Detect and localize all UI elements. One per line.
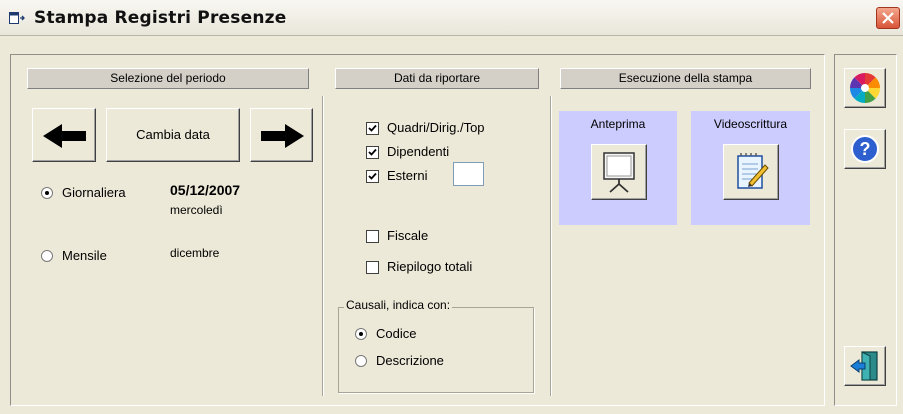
- cambia-data-button[interactable]: Cambia data: [106, 108, 240, 162]
- fiscale-label[interactable]: Fiscale: [387, 228, 428, 243]
- giornaliera-date: 05/12/2007: [170, 182, 241, 198]
- window-title: Stampa Registri Presenze: [34, 8, 287, 28]
- esterni-checkbox[interactable]: [366, 170, 379, 183]
- help-button[interactable]: ?: [844, 129, 886, 169]
- giornaliera-radio[interactable]: [41, 187, 53, 199]
- checkmark-icon: [368, 172, 377, 180]
- svg-text:?: ?: [860, 139, 871, 159]
- periodo-header: Selezione del periodo: [27, 68, 309, 89]
- close-x-icon: [882, 12, 894, 24]
- causali-group: [338, 307, 534, 393]
- separator: [322, 96, 324, 396]
- anteprima-panel: Anteprima: [559, 111, 677, 225]
- mensile-label[interactable]: Mensile: [62, 248, 107, 263]
- riepilogo-checkbox[interactable]: [366, 261, 379, 274]
- codice-radio[interactable]: [355, 328, 367, 340]
- notepad-pencil-icon: [737, 153, 769, 189]
- anteprima-label: Anteprima: [590, 117, 646, 131]
- videoscrittura-label: Videoscrittura: [713, 117, 788, 131]
- next-date-button[interactable]: [250, 108, 313, 162]
- checkmark-icon: [368, 148, 377, 156]
- exit-door-icon: [850, 351, 878, 381]
- mensile-radio[interactable]: [41, 250, 53, 262]
- projector-screen-icon: [603, 152, 635, 193]
- colors-button[interactable]: [844, 68, 886, 108]
- riepilogo-label[interactable]: Riepilogo totali: [387, 259, 472, 274]
- stampa-header: Esecuzione della stampa: [560, 68, 811, 89]
- dati-header: Dati da riportare: [335, 68, 539, 89]
- videoscrittura-panel: Videoscrittura: [691, 111, 810, 225]
- main-panel: Selezione del periodo Cambia data Giorna…: [10, 54, 825, 406]
- question-mark-icon: ?: [851, 135, 879, 163]
- arrow-right-icon: [261, 124, 304, 148]
- codice-label[interactable]: Codice: [376, 326, 416, 341]
- descrizione-label[interactable]: Descrizione: [376, 353, 444, 368]
- radio-selected-dot: [45, 191, 49, 195]
- quadri-label[interactable]: Quadri/Dirig./Top: [387, 120, 485, 135]
- esterni-input[interactable]: [453, 162, 484, 186]
- giornaliera-label[interactable]: Giornaliera: [62, 185, 126, 200]
- dipendenti-label[interactable]: Dipendenti: [387, 144, 449, 159]
- close-button[interactable]: [876, 7, 900, 29]
- right-toolbar: ?: [834, 54, 897, 406]
- separator: [550, 96, 552, 396]
- checkmark-icon: [368, 124, 377, 132]
- dipendenti-checkbox[interactable]: [366, 146, 379, 159]
- mensile-month: dicembre: [170, 246, 220, 260]
- esterni-label[interactable]: Esterni: [387, 168, 427, 183]
- color-wheel-icon: [850, 73, 880, 103]
- giornaliera-day: mercoledì: [170, 203, 223, 217]
- quadri-checkbox[interactable]: [366, 122, 379, 135]
- app-window-icon[interactable]: [9, 11, 25, 25]
- fiscale-checkbox[interactable]: [366, 230, 379, 243]
- radio-selected-dot: [359, 332, 363, 336]
- causali-legend: Causali, indica con:: [344, 298, 453, 312]
- prev-date-button[interactable]: [32, 108, 96, 162]
- exit-button[interactable]: [844, 346, 886, 386]
- anteprima-button[interactable]: [591, 144, 647, 200]
- arrow-left-icon: [43, 124, 86, 148]
- title-bar[interactable]: Stampa Registri Presenze: [0, 0, 903, 36]
- videoscrittura-button[interactable]: [723, 144, 779, 200]
- descrizione-radio[interactable]: [355, 355, 367, 367]
